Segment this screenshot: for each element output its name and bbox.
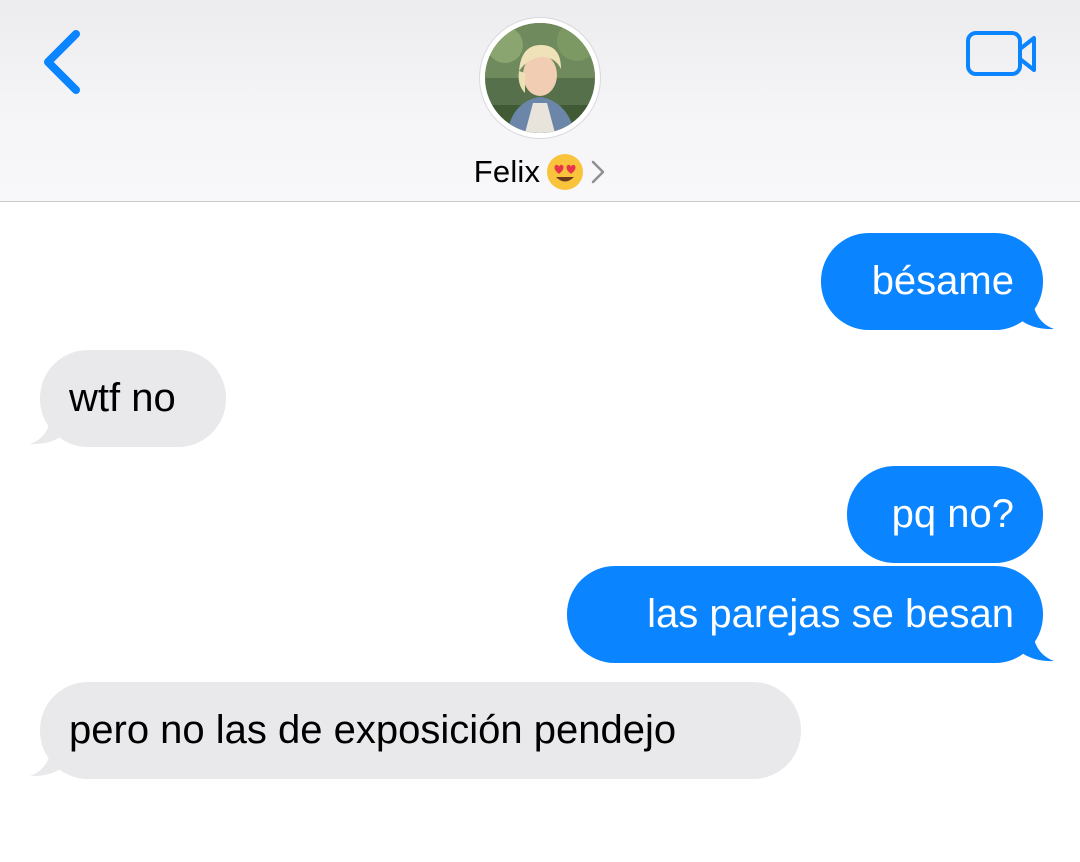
message-bubble-received[interactable]: pero no las de exposición pendejo (40, 682, 801, 779)
avatar (480, 18, 600, 138)
message-text: pq no? (891, 492, 1014, 536)
chevron-left-icon (44, 30, 80, 94)
heart-eyes-emoji-icon (547, 154, 584, 190)
chevron-right-icon (591, 160, 605, 184)
video-camera-icon (966, 31, 1036, 76)
message-text: wtf no (69, 376, 176, 420)
message-bubble-sent[interactable]: pq no? (847, 466, 1043, 563)
back-button[interactable] (30, 22, 96, 102)
bubble-tail (30, 411, 66, 445)
message-text: las parejas se besan (647, 592, 1014, 636)
message-bubble-sent[interactable]: bésame (821, 233, 1043, 330)
contact-info-button[interactable]: Felix (440, 14, 640, 194)
message-text: bésame (871, 259, 1014, 303)
message-bubble-sent[interactable]: las parejas se besan (567, 566, 1043, 663)
contact-name-row: Felix (440, 152, 640, 192)
avatar-photo (485, 23, 595, 133)
message-bubble-received[interactable]: wtf no (40, 350, 226, 447)
message-text: pero no las de exposición pendejo (69, 708, 677, 752)
bubble-tail (1018, 296, 1054, 330)
bubble-tail (30, 743, 66, 777)
contact-name: Felix (473, 154, 541, 189)
bubble-tail (1018, 628, 1054, 662)
video-call-button[interactable] (958, 24, 1044, 84)
conversation-header: Felix (0, 0, 1080, 202)
